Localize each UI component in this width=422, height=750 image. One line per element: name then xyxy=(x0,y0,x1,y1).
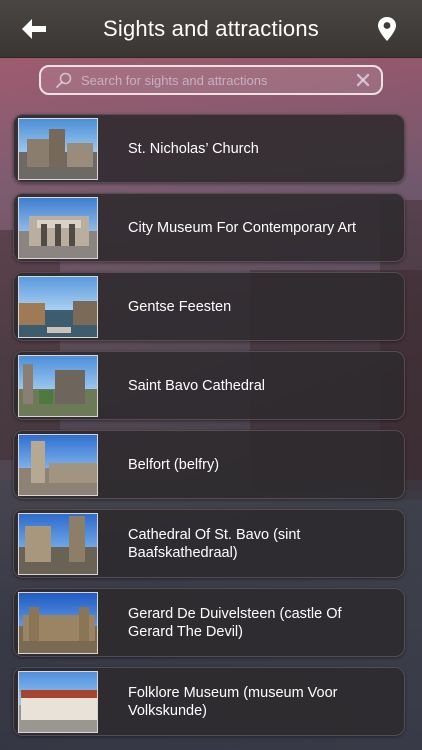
list-item[interactable]: St. Nicholas’ Church xyxy=(13,114,405,183)
list-item-label: City Museum For Contemporary Art xyxy=(128,219,357,236)
background-building xyxy=(0,230,60,460)
list-item[interactable]: Belfort (belfry) xyxy=(13,430,405,499)
list-item-label: Folklore Museum (museum Voor Volkskunde) xyxy=(128,684,338,719)
top-bar: Sights and attractions xyxy=(0,0,422,58)
search-icon xyxy=(53,69,75,91)
clear-search-button[interactable] xyxy=(353,70,373,90)
thumbnail-image xyxy=(18,196,98,259)
list-item[interactable]: City Museum For Contemporary Art xyxy=(13,193,405,262)
list-item[interactable]: Folklore Museum (museum Voor Volkskunde) xyxy=(13,667,405,736)
thumbnail-image xyxy=(18,591,98,654)
list-item-label: Saint Bavo Cathedral xyxy=(128,377,266,394)
list-item[interactable]: Saint Bavo Cathedral xyxy=(13,351,405,420)
list-item[interactable]: Gentse Feesten xyxy=(13,272,405,341)
list-item-label: St. Nicholas’ Church xyxy=(128,140,259,157)
location-button[interactable] xyxy=(374,14,400,44)
search-bar xyxy=(39,65,383,95)
list-item-label: Cathedral Of St. Bavo (sint Baafskathedr… xyxy=(128,526,301,561)
list-item[interactable]: Cathedral Of St. Bavo (sint Baafskathedr… xyxy=(13,509,405,578)
thumbnail-image xyxy=(18,670,98,733)
thumbnail-image xyxy=(18,354,98,417)
list-item-label: Belfort (belfry) xyxy=(128,456,220,473)
thumbnail-image xyxy=(18,275,98,338)
list-item-label: Gerard De Duivelsteen (castle Of Gerard … xyxy=(128,605,342,640)
list-item[interactable]: Gerard De Duivelsteen (castle Of Gerard … xyxy=(13,588,405,657)
list-item-label: Gentse Feesten xyxy=(128,298,232,315)
back-button[interactable] xyxy=(18,14,50,44)
close-icon xyxy=(356,73,370,87)
page-title: Sights and attractions xyxy=(103,15,319,41)
arrow-left-icon xyxy=(22,19,46,39)
map-pin-icon xyxy=(378,17,396,41)
thumbnail-image xyxy=(18,433,98,496)
thumbnail-image xyxy=(18,117,98,180)
thumbnail-image xyxy=(18,512,98,575)
search-input[interactable] xyxy=(75,68,353,92)
